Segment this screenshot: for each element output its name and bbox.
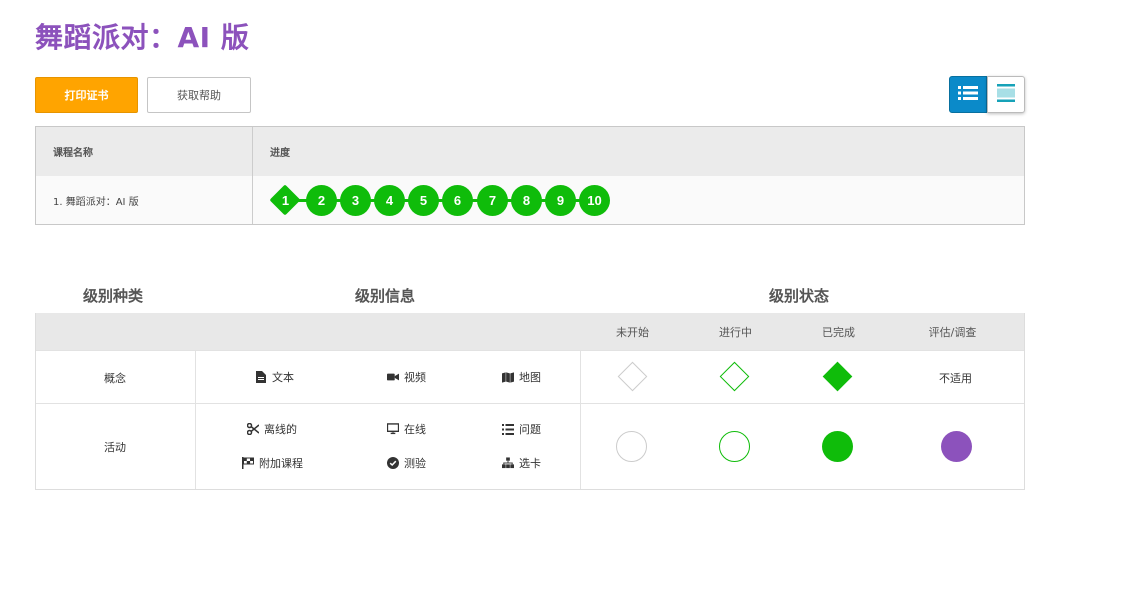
get-help-button[interactable]: 获取帮助 — [147, 77, 251, 113]
concept-label: 概念 — [104, 372, 126, 385]
text-label: 文本 — [272, 371, 294, 384]
legend-row-concept: 概念 文本 视频 地图 不适用 — [36, 350, 1024, 403]
detail-view-button[interactable] — [987, 76, 1025, 113]
table-row: 1. 舞蹈派对：AI 版 1 2 3 4 5 6 7 8 9 10 — [36, 176, 1024, 224]
level-bubble-4[interactable]: 4 — [374, 185, 405, 216]
level-bubble-10[interactable]: 10 — [579, 185, 610, 216]
level-bubble-7[interactable]: 7 — [477, 185, 508, 216]
card-select-label: 选卡 — [519, 457, 541, 470]
level-bubble-2[interactable]: 2 — [306, 185, 337, 216]
questions-label: 问题 — [519, 423, 541, 436]
level-info-heading: 级别信息 — [355, 287, 416, 305]
list-icon — [502, 423, 514, 435]
scissors-icon — [247, 423, 259, 435]
level-bubble-6[interactable]: 6 — [442, 185, 473, 216]
detail-view-icon — [996, 83, 1016, 107]
progress-header: 进度 — [270, 148, 290, 159]
print-certificate-button[interactable]: 打印证书 — [35, 77, 138, 113]
monitor-icon — [387, 423, 399, 435]
level-status-heading: 级别状态 — [769, 287, 830, 305]
level-type-heading: 级别种类 — [83, 287, 144, 305]
list-view-button[interactable] — [949, 76, 987, 113]
level-bubble-9[interactable]: 9 — [545, 185, 576, 216]
activity-label: 活动 — [104, 441, 126, 454]
status-in-progress: 进行中 — [719, 326, 752, 339]
level-bubble-8[interactable]: 8 — [511, 185, 542, 216]
progress-table: 课程名称 进度 1. 舞蹈派对：AI 版 1 2 3 4 5 6 7 8 9 1… — [35, 126, 1025, 225]
progress-bubbles: 1 2 3 4 5 6 7 8 9 10 — [269, 176, 672, 224]
in-progress-diamond-icon — [719, 361, 750, 392]
view-toggle — [949, 76, 1025, 113]
assessment-circle-icon — [941, 431, 972, 462]
video-label: 视频 — [404, 371, 426, 384]
status-assessment: 评估/调查 — [928, 326, 977, 339]
legend-row-activity: 活动 离线的 在线 问题 附加课程 测验 选卡 — [36, 403, 1024, 489]
progress-table-header: 课程名称 进度 — [36, 127, 1024, 176]
completed-diamond-icon — [822, 361, 853, 392]
offline-label: 离线的 — [264, 423, 297, 436]
page-title: 舞蹈派对：AI 版 — [35, 21, 250, 54]
level-bubble-5[interactable]: 5 — [408, 185, 439, 216]
legend-headings: 级别种类 级别信息 级别状态 — [35, 285, 1025, 305]
legend-table: 未开始 进行中 已完成 评估/调查 概念 文本 视频 地图 不适用 活动 离线的… — [35, 313, 1025, 490]
sitemap-icon — [502, 457, 514, 469]
course-name[interactable]: 1. 舞蹈派对：AI 版 — [36, 176, 253, 224]
legend-header-row: 未开始 进行中 已完成 评估/调查 — [36, 313, 1024, 350]
document-icon — [255, 371, 267, 383]
flag-icon — [242, 457, 254, 469]
level-bubble-3[interactable]: 3 — [340, 185, 371, 216]
map-icon — [502, 371, 514, 383]
not-started-circle-icon — [616, 431, 647, 462]
online-label: 在线 — [404, 423, 426, 436]
not-applicable-label: 不适用 — [939, 372, 972, 385]
video-icon — [387, 371, 399, 383]
check-circle-icon — [387, 457, 399, 469]
status-not-started: 未开始 — [616, 326, 649, 339]
status-completed: 已完成 — [822, 326, 855, 339]
bonus-course-label: 附加课程 — [259, 457, 303, 470]
completed-circle-icon — [822, 431, 853, 462]
quiz-label: 测验 — [404, 457, 426, 470]
list-view-icon — [958, 85, 978, 105]
not-started-diamond-icon — [617, 361, 648, 392]
map-label: 地图 — [519, 371, 541, 384]
in-progress-circle-icon — [719, 431, 750, 462]
course-name-header: 课程名称 — [36, 127, 253, 176]
